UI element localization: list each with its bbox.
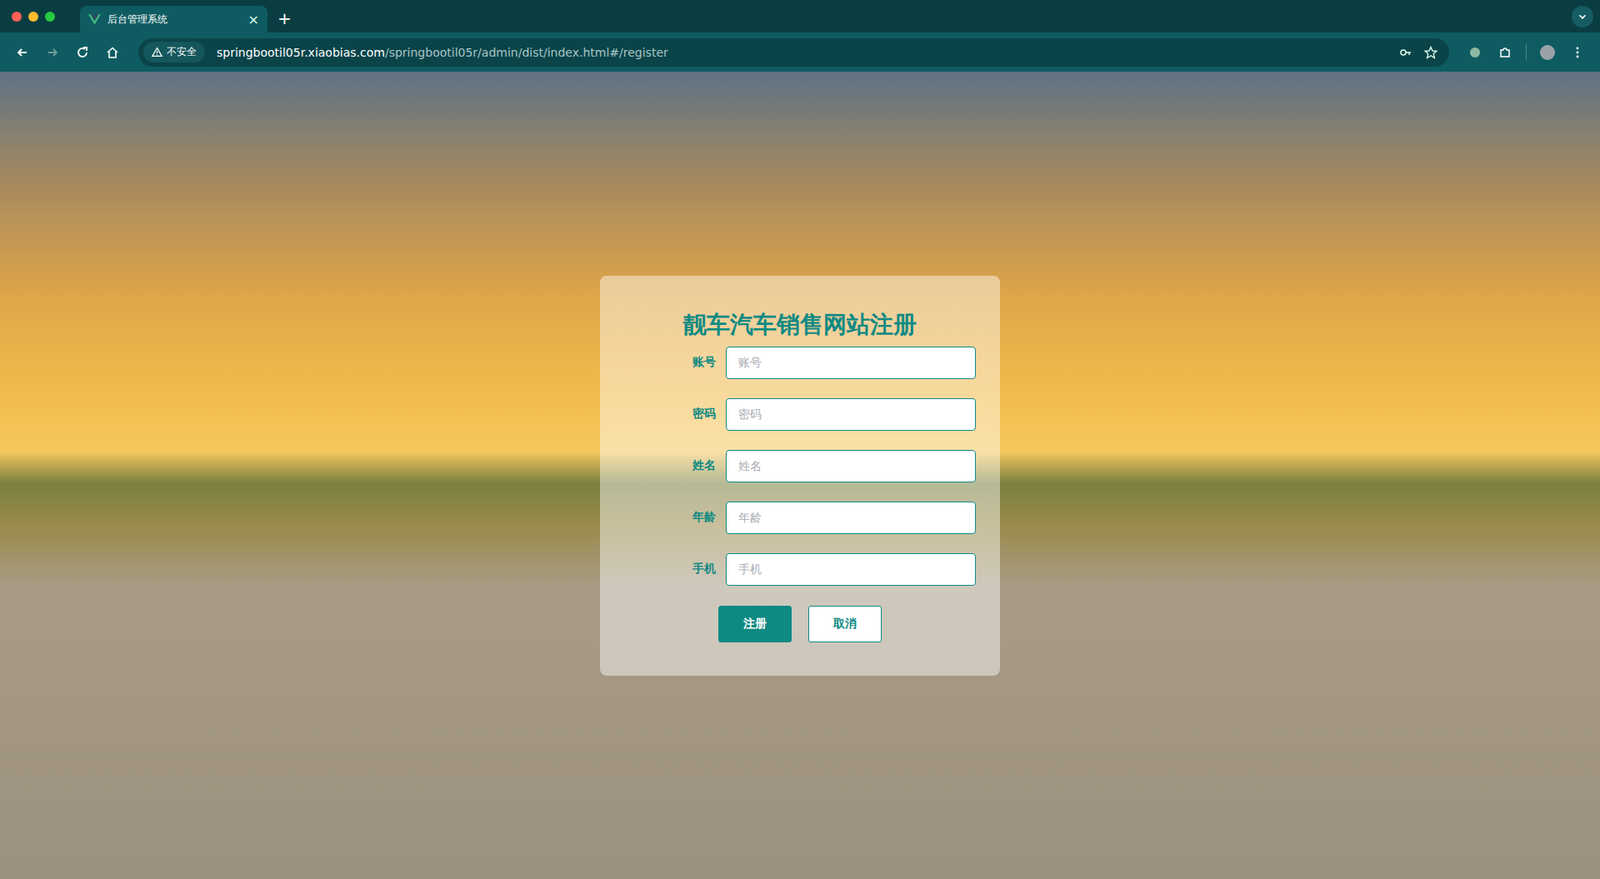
reload-button[interactable]: [70, 40, 95, 65]
more-vertical-icon: [1570, 45, 1585, 60]
security-label: 不安全: [166, 45, 197, 60]
home-button[interactable]: [100, 40, 125, 65]
form-row: 年龄: [624, 501, 976, 535]
close-window-icon[interactable]: [11, 11, 22, 22]
field-label: 账号: [624, 355, 716, 370]
reload-icon: [75, 45, 90, 60]
warning-icon: [151, 46, 163, 58]
puzzle-icon: [1498, 45, 1512, 60]
back-button[interactable]: [10, 40, 35, 65]
form-row: 手机: [624, 553, 976, 586]
vue-logo-icon: [88, 14, 101, 25]
new-tab-button[interactable]: +: [267, 8, 302, 33]
tab-title: 后台管理系统: [107, 12, 242, 27]
extension-dot-icon: [1468, 45, 1482, 60]
register-card: 靓车汽车销售网站注册 账号 密码 姓名 年龄 手机 注册取消: [600, 275, 1000, 676]
tab-bar: 后台管理系统 × +: [0, 0, 1600, 33]
text-input[interactable]: [725, 501, 976, 535]
register-title: 靓车汽车销售网站注册: [683, 310, 917, 340]
extension-button[interactable]: [1462, 40, 1488, 65]
back-arrow-icon: [15, 45, 30, 60]
cancel-button[interactable]: 取消: [808, 605, 882, 643]
form-row: 账号: [624, 346, 976, 380]
text-input[interactable]: [725, 553, 976, 586]
field-label: 姓名: [624, 458, 716, 474]
key-icon[interactable]: [1399, 45, 1413, 60]
minimize-window-icon[interactable]: [28, 11, 39, 22]
security-chip[interactable]: 不安全: [143, 41, 205, 63]
url-text: springbootil05r.xiaobias.com/springbooti…: [216, 45, 669, 60]
bookmark-star-icon[interactable]: [1424, 45, 1438, 60]
profile-button[interactable]: [1535, 40, 1560, 65]
field-label: 密码: [624, 406, 716, 422]
text-input[interactable]: [725, 346, 976, 380]
menu-button[interactable]: [1565, 40, 1590, 65]
maximize-window-icon[interactable]: [45, 11, 55, 22]
extensions-button[interactable]: [1492, 40, 1518, 65]
toolbar: 不安全 springbootil05r.xiaobias.com/springb…: [0, 32, 1600, 72]
form-row: 密码: [624, 398, 976, 431]
field-label: 手机: [624, 561, 716, 577]
browser-tab[interactable]: 后台管理系统 ×: [80, 5, 268, 33]
address-bar[interactable]: 不安全 springbootil05r.xiaobias.com/springb…: [138, 38, 1450, 67]
profile-avatar-icon: [1539, 44, 1556, 61]
text-input[interactable]: [725, 398, 976, 431]
register-button[interactable]: 注册: [718, 605, 792, 643]
browser-window: 后台管理系统 × + 不安全 springbootil05r.xiaobias.…: [0, 0, 1600, 879]
background-photo: 靓车汽车销售网站注册 账号 密码 姓名 年龄 手机 注册取消: [0, 71, 1600, 879]
forward-button[interactable]: [40, 40, 65, 65]
chevron-down-icon: [1576, 10, 1589, 23]
tab-search-button[interactable]: [1571, 5, 1594, 28]
tab-close-button[interactable]: ×: [248, 11, 260, 28]
window-controls: [11, 11, 55, 22]
home-icon: [105, 45, 120, 60]
form-row: 姓名: [624, 450, 976, 483]
forward-arrow-icon: [45, 45, 60, 60]
field-label: 年龄: [624, 510, 716, 525]
text-input[interactable]: [725, 450, 976, 483]
